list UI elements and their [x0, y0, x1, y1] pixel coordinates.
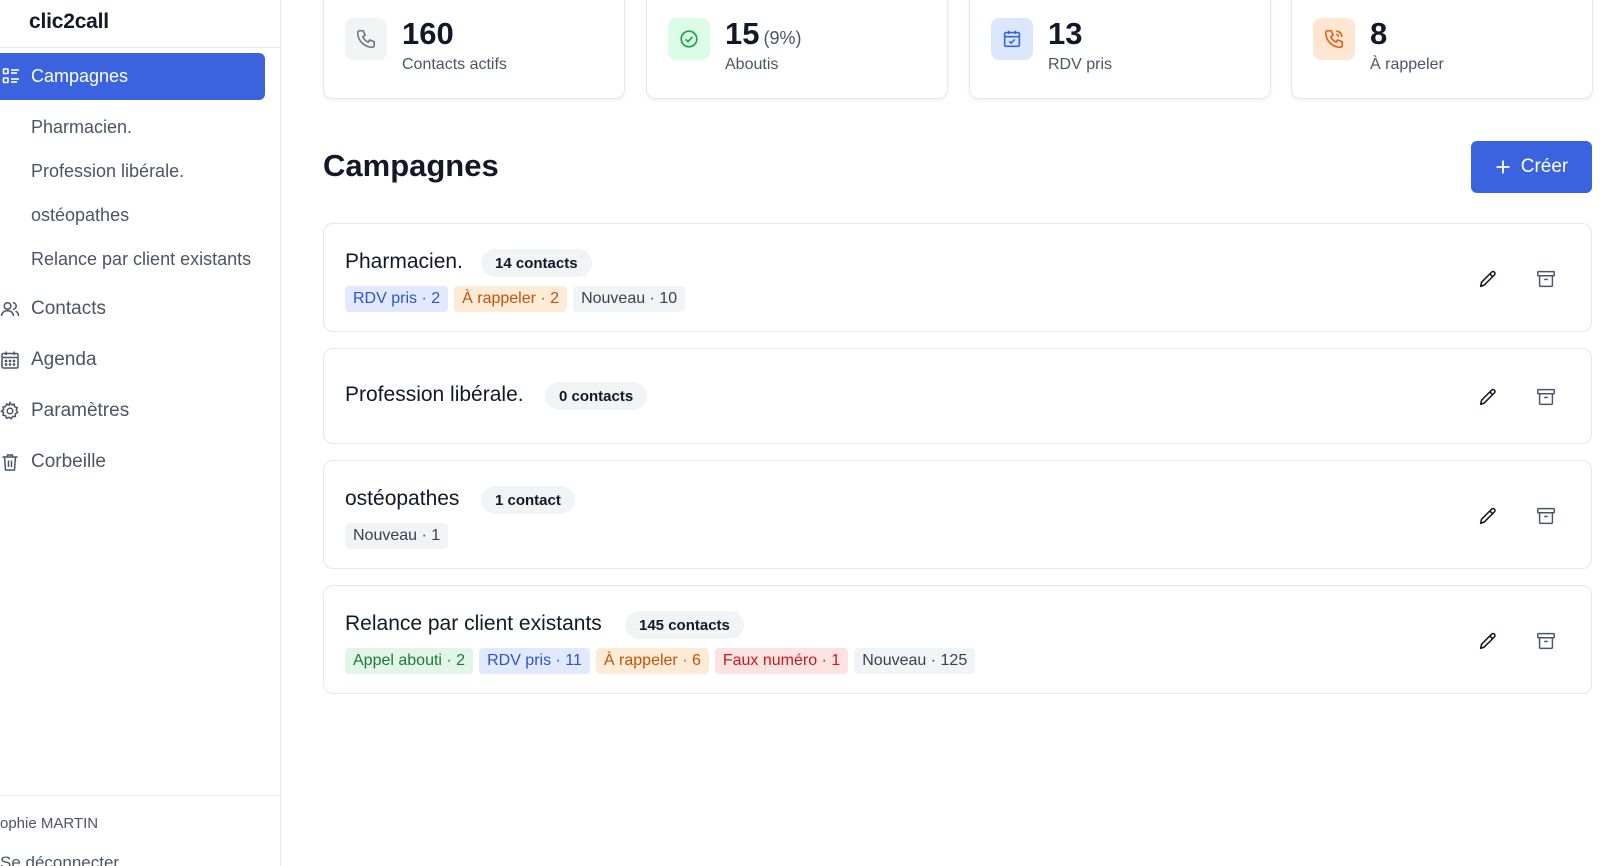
sidebar-item-label: Corbeille — [31, 451, 106, 472]
app-brand: clic2call — [29, 10, 109, 33]
stat-card-a-rappeler: 8 À rappeler — [1291, 0, 1593, 99]
check-circle-icon — [668, 18, 710, 60]
status-tags: Appel abouti · 2 RDV pris · 11 À rappele… — [345, 648, 976, 674]
sidebar-item-contacts[interactable]: Contacts — [0, 294, 265, 324]
sidebar-subitem-pharmacien[interactable]: Pharmacien. — [31, 117, 132, 138]
archive-icon[interactable] — [1534, 504, 1558, 528]
create-campaign-button[interactable]: Créer — [1471, 141, 1592, 193]
stat-label: À rappeler — [1370, 56, 1444, 73]
calendar-icon — [1, 351, 19, 369]
campaign-card[interactable]: Pharmacien. 14 contacts RDV pris · 2 À r… — [323, 223, 1592, 332]
divider — [0, 795, 281, 796]
archive-icon[interactable] — [1534, 267, 1558, 291]
stat-percentage: (9%) — [763, 28, 802, 48]
phone-icon — [345, 18, 387, 60]
sidebar-subitem-relance[interactable]: Relance par client existants — [31, 249, 251, 270]
status-tag: Appel abouti · 2 — [345, 648, 474, 674]
sidebar-item-campagnes[interactable]: Campagnes — [0, 53, 265, 100]
contact-count-badge: 1 contact — [481, 486, 575, 514]
edit-icon[interactable] — [1476, 504, 1500, 528]
status-tags: RDV pris · 2 À rappeler · 2 Nouveau · 10 — [345, 286, 686, 312]
campaign-name: Relance par client existants — [345, 612, 602, 635]
stat-value: 8 — [1370, 16, 1388, 51]
status-tag: Nouveau · 1 — [345, 523, 449, 549]
plus-icon — [1496, 160, 1510, 174]
sidebar: clic2call Campagnes Pharmacien. Professi… — [0, 0, 281, 866]
archive-icon[interactable] — [1534, 629, 1558, 653]
stat-label: Aboutis — [725, 56, 779, 73]
calendar-check-icon — [991, 18, 1033, 60]
status-tag: Nouveau · 10 — [573, 286, 686, 312]
sidebar-subitem-profession-liberale[interactable]: Profession libérale. — [31, 161, 184, 182]
page-title: Campagnes — [323, 148, 499, 183]
archive-icon[interactable] — [1534, 385, 1558, 409]
contact-count-badge: 145 contacts — [625, 611, 744, 639]
campaign-card[interactable]: Relance par client existants 145 contact… — [323, 585, 1592, 694]
edit-icon[interactable] — [1476, 267, 1500, 291]
status-tag: À rappeler · 6 — [595, 648, 709, 674]
contact-count-badge: 0 contacts — [545, 382, 648, 410]
stat-card-contacts-actifs: 160 Contacts actifs — [323, 0, 625, 99]
sidebar-item-label: Campagnes — [31, 66, 129, 86]
stat-card-rdv-pris: 13 RDV pris — [969, 0, 1271, 99]
status-tag: Nouveau · 125 — [854, 648, 976, 674]
gear-icon — [0, 401, 19, 420]
campaign-name: Profession libérale. — [345, 383, 524, 406]
sidebar-subitem-osteopathes[interactable]: ostéopathes — [31, 205, 129, 226]
campaign-name: ostéopathes — [345, 487, 460, 510]
stat-label: RDV pris — [1048, 56, 1113, 73]
edit-icon[interactable] — [1476, 385, 1500, 409]
sidebar-item-parametres[interactable]: Paramètres — [0, 396, 265, 426]
stat-value: 13 — [1048, 16, 1083, 51]
campaign-name: Pharmacien. — [345, 250, 463, 273]
edit-icon[interactable] — [1476, 629, 1500, 653]
contact-count-badge: 14 contacts — [481, 249, 592, 277]
sidebar-item-corbeille[interactable]: Corbeille — [0, 447, 265, 477]
status-tags: Nouveau · 1 — [345, 523, 449, 549]
stat-card-aboutis: 15 (9%) Aboutis — [646, 0, 948, 99]
stat-label: Contacts actifs — [402, 56, 507, 73]
status-tag: RDV pris · 2 — [345, 286, 449, 312]
sidebar-item-agenda[interactable]: Agenda — [0, 345, 265, 375]
users-icon — [0, 301, 20, 317]
sidebar-item-label: Paramètres — [31, 400, 130, 421]
status-tag: À rappeler · 2 — [454, 286, 568, 312]
stat-value: 15 (9%) — [725, 16, 802, 51]
status-tag: Faux numéro · 1 — [714, 648, 849, 674]
sidebar-item-label: Contacts — [31, 298, 106, 319]
campaign-list-icon — [2, 68, 19, 84]
stat-value: 160 — [402, 16, 454, 51]
phone-callback-icon — [1313, 18, 1355, 60]
user-name: ophie MARTIN — [0, 815, 99, 832]
status-tag: RDV pris · 11 — [479, 648, 590, 674]
campaign-card[interactable]: ostéopathes 1 contact Nouveau · 1 — [323, 460, 1592, 569]
campaign-card[interactable]: Profession libérale. 0 contacts — [323, 348, 1592, 444]
logout-link[interactable]: Se déconnecter — [0, 853, 119, 866]
trash-icon — [2, 454, 18, 471]
sidebar-item-label: Agenda — [31, 349, 97, 370]
divider — [0, 47, 281, 48]
create-button-label: Créer — [1520, 156, 1569, 177]
